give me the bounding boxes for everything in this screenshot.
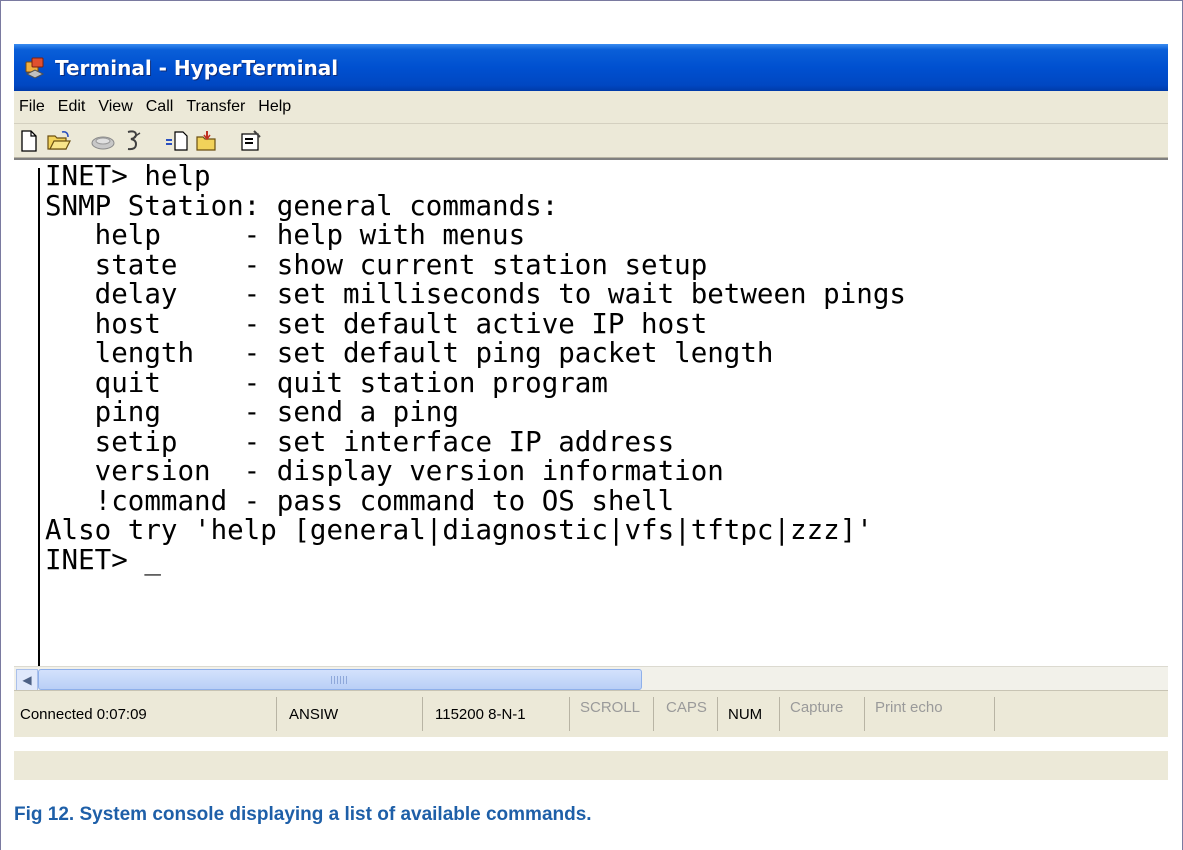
title-bar[interactable]: Terminal - HyperTerminal (14, 44, 1168, 91)
page-border-left (0, 0, 1, 850)
page-border-top (0, 0, 1183, 1)
dial-icon[interactable] (88, 127, 118, 155)
status-connected: Connected 0:07:09 (14, 697, 277, 731)
terminal-prompt-line: INET> _ (45, 543, 161, 576)
horizontal-scrollbar[interactable]: ◀ (14, 666, 1168, 691)
status-port-settings: 115200 8-N-1 (423, 697, 570, 731)
menu-bar: File Edit View Call Transfer Help (14, 91, 1168, 124)
hyperterminal-window: Terminal - HyperTerminal File Edit View … (14, 44, 1168, 780)
terminal-line: version - display version information (45, 455, 724, 487)
scroll-left-arrow-icon[interactable]: ◀ (16, 669, 38, 691)
status-print-echo: Print echo (865, 697, 995, 731)
terminal-screen[interactable]: INET> help SNMP Station: general commands… (14, 158, 1168, 751)
status-bar: Connected 0:07:09 ANSIW 115200 8-N-1 SCR… (14, 690, 1168, 737)
disconnect-icon[interactable] (118, 127, 148, 155)
terminal-line: !command - pass command to OS shell (45, 484, 675, 517)
menu-transfer[interactable]: Transfer (181, 98, 253, 116)
status-caps: CAPS (654, 697, 718, 731)
terminal-line: delay - set milliseconds to wait between… (45, 278, 906, 310)
menu-call[interactable]: Call (141, 98, 182, 116)
terminal-line: Also try 'help [general|diagnostic|vfs|t… (45, 514, 873, 546)
terminal-line: host - set default active IP host (45, 307, 708, 340)
figure-caption: Fig 12. System console displaying a list… (14, 804, 592, 825)
terminal-line: INET> help (45, 160, 211, 192)
receive-icon[interactable] (192, 127, 222, 155)
status-num: NUM (718, 697, 780, 731)
status-capture: Capture (780, 697, 865, 731)
status-scroll: SCROLL (570, 697, 654, 731)
window-title: Terminal - HyperTerminal (55, 55, 339, 80)
terminal-line: state - show current station setup (45, 248, 708, 281)
send-icon[interactable] (162, 127, 192, 155)
terminal-left-margin (38, 168, 40, 666)
terminal-line: length - set default ping packet length (45, 337, 774, 369)
hyperterminal-app-icon (22, 55, 48, 81)
properties-icon[interactable] (236, 127, 266, 155)
terminal-line: setip - set interface IP address (45, 425, 675, 458)
new-file-icon[interactable] (14, 127, 44, 155)
terminal-line: help - help with menus (45, 219, 526, 251)
scrollbar-thumb[interactable] (38, 669, 642, 690)
terminal-output: INET> help SNMP Station: general commands… (45, 160, 906, 576)
open-folder-icon[interactable] (44, 127, 74, 155)
toolbar (14, 124, 1168, 158)
terminal-line: ping - send a ping (45, 396, 459, 428)
menu-file[interactable]: File (14, 98, 53, 116)
terminal-line: SNMP Station: general commands: (45, 189, 559, 222)
scrollbar-grip-icon (331, 676, 347, 684)
menu-edit[interactable]: Edit (53, 98, 94, 116)
menu-view[interactable]: View (93, 98, 140, 116)
menu-help[interactable]: Help (253, 98, 299, 116)
terminal-line: quit - quit station program (45, 366, 608, 399)
status-emulation: ANSIW (277, 697, 423, 731)
